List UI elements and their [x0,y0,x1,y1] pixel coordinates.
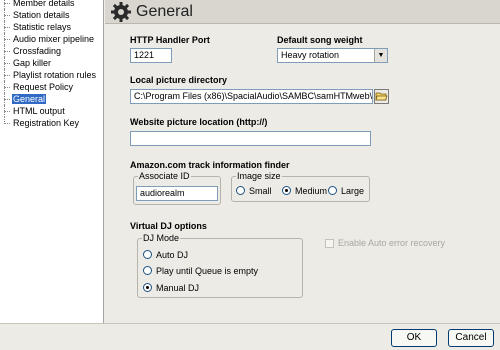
radio-button[interactable] [236,186,245,195]
tree-item-label: Registration Key [13,118,80,128]
dialog-button-bar: OK Cancel [0,323,500,350]
tree-item[interactable]: HTML output [0,105,103,117]
song-weight-value: Heavy rotation [281,50,340,60]
dj-mode-auto-label: Auto DJ [156,250,189,260]
tree-item[interactable]: Request Policy [0,81,103,93]
dj-mode-legend: DJ Mode [143,233,180,243]
size-small-radio[interactable]: Small [236,186,272,198]
song-weight-select[interactable]: Heavy rotation ▼ [277,48,388,63]
dj-mode-queue-radio[interactable]: Play until Queue is empty [143,266,258,278]
tree-item[interactable]: Playlist rotation rules [0,69,103,81]
tree-connector [4,0,5,9]
http-port-label: HTTP Handler Port [130,35,210,45]
tree-connector [4,51,10,52]
tree-connector [4,15,10,16]
image-size-legend: Image size [237,171,281,181]
gear-icon [111,2,131,22]
settings-tree[interactable]: Member details Station details Statistic r… [0,0,104,323]
amazon-label: Amazon.com track information finder [130,160,290,170]
radio-button[interactable] [282,186,291,195]
tree-item-label: Member details [13,0,75,8]
tree-connector [4,99,10,100]
tree-item[interactable]: Crossfading [0,45,103,57]
tree-item[interactable]: Registration Key [0,117,103,129]
size-large-label: Large [341,186,365,196]
tree-item-label: General [12,94,47,104]
ok-button[interactable]: OK [391,329,437,347]
cancel-button[interactable]: Cancel [448,329,494,347]
dj-mode-queue-label: Play until Queue is empty [156,266,259,276]
dj-mode-auto-radio[interactable]: Auto DJ [143,250,188,262]
website-label: Website picture location (http://) [130,117,268,127]
local-dir-field[interactable]: C:\Program Files (x86)\SpacialAudio\SAMB… [130,89,373,104]
song-weight-label: Default song weight [277,35,363,45]
tree-connector [4,111,10,112]
associate-id-legend: Associate ID [139,171,190,181]
tree-connector [4,63,10,64]
auto-error-checkbox[interactable] [325,239,334,248]
tree-connector [4,123,10,124]
radio-button[interactable] [143,283,152,292]
tree-item-label: Gap killer [13,58,52,68]
tree-connector [4,87,10,88]
size-medium-radio[interactable]: Medium [282,186,327,198]
size-small-label: Small [249,186,272,196]
tree-item-label: Statistic relays [13,22,72,32]
website-field[interactable] [130,131,371,146]
browse-folder-button[interactable] [374,89,389,104]
dj-mode-manual-radio[interactable]: Manual DJ [143,283,199,295]
tree-connector [4,75,10,76]
radio-button[interactable] [143,250,152,259]
tree-connector [4,39,10,40]
tree-item-label: HTML output [13,106,65,116]
local-dir-label: Local picture directory [130,75,228,85]
associate-id-field[interactable]: audiorealm [136,186,218,201]
tree-item-label: Playlist rotation rules [13,70,97,80]
tree-item[interactable]: Audio mixer pipeline [0,33,103,45]
page-title: General [136,3,193,20]
tree-item-label: Station details [13,10,70,20]
radio-button[interactable] [143,266,152,275]
tree-connector [4,27,10,28]
size-medium-label: Medium [295,186,328,196]
radio-button[interactable] [328,186,337,195]
page-header: General [105,0,500,24]
tree-item-label: Crossfading [13,46,62,56]
tree-item[interactable]: Gap killer [0,57,103,69]
chevron-down-icon[interactable]: ▼ [374,49,387,62]
dj-mode-manual-label: Manual DJ [156,283,200,293]
http-port-field[interactable]: 1221 [130,48,172,63]
auto-error-label: Enable Auto error recovery [338,238,446,248]
tree-item-label: Audio mixer pipeline [13,34,95,44]
tree-item[interactable]: Station details [0,9,103,21]
tree-item-label: Request Policy [13,82,74,92]
tree-item[interactable]: Statistic relays [0,21,103,33]
tree-item[interactable]: Member details [0,0,103,9]
tree-connector [4,3,10,4]
open-folder-icon [375,92,388,101]
dj-options-label: Virtual DJ options [130,221,207,231]
size-large-radio[interactable]: Large [328,186,364,198]
tree-item[interactable]: General [0,93,103,105]
